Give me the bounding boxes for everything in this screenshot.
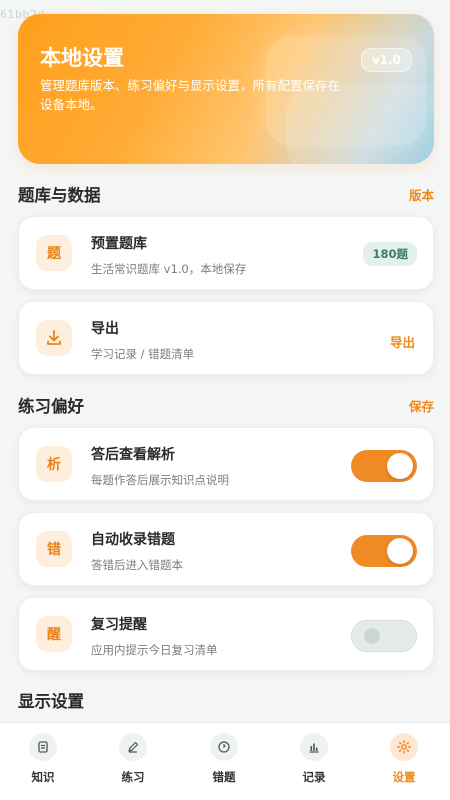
- section-header-bank: 题库与数据 版本: [18, 182, 434, 206]
- auto-collect-card: 错 自动收录错题 答错后进入错题本: [18, 512, 434, 586]
- nav-item-records[interactable]: 记录: [279, 733, 349, 795]
- card-title: 预置题库: [91, 236, 147, 252]
- export-button[interactable]: 导出: [390, 332, 415, 351]
- auto-collect-toggle[interactable]: [351, 535, 417, 567]
- toggle-knob: [387, 453, 413, 479]
- preset-bank-card[interactable]: 题 预置题库 生活常识题库 v1.0，本地保存 180题: [18, 216, 434, 290]
- section-title: 显示设置: [18, 692, 84, 711]
- section-title: 题库与数据: [18, 186, 101, 205]
- toggle-knob: [364, 628, 380, 644]
- settings-hero-banner: 本地设置 管理题库版本、练习偏好与显示设置，所有配置保存在设备本地。 v1.0: [18, 14, 434, 164]
- nav-label: 设置: [392, 770, 416, 784]
- card-title: 自动收录错题: [91, 532, 175, 548]
- toggle-knob: [387, 538, 413, 564]
- nav-item-knowledge[interactable]: 知识: [8, 733, 78, 795]
- save-button[interactable]: 保存: [409, 396, 434, 415]
- version-chip: v1.0: [360, 48, 412, 72]
- nav-item-settings[interactable]: 设置: [369, 733, 439, 795]
- nav-item-mistakes[interactable]: 错题: [189, 733, 259, 795]
- card-subtitle: 每题作答后展示知识点说明: [91, 473, 229, 487]
- version-link[interactable]: 版本: [409, 185, 434, 204]
- card-subtitle: 学习记录 / 错题清单: [91, 347, 195, 361]
- page-title: 本地设置: [40, 46, 124, 70]
- section-header-prefs: 练习偏好 保存: [18, 393, 434, 417]
- clock-icon: [210, 733, 238, 761]
- card-title: 复习提醒: [91, 617, 147, 633]
- card-subtitle: 生活常识题库 v1.0，本地保存: [91, 262, 247, 276]
- gear-icon: [390, 733, 418, 761]
- card-title: 答后查看解析: [91, 447, 175, 463]
- nav-label: 记录: [302, 770, 326, 784]
- bank-icon: 题: [36, 235, 72, 271]
- question-count-badge: 180题: [363, 242, 417, 266]
- section-header-display: 显示设置: [18, 688, 434, 712]
- download-icon: [36, 320, 72, 356]
- review-reminder-toggle[interactable]: [351, 620, 417, 652]
- card-subtitle: 应用内提示今日复习清单: [91, 643, 218, 657]
- card-subtitle: 答错后进入错题本: [91, 558, 183, 572]
- show-analysis-card: 析 答后查看解析 每题作答后展示知识点说明: [18, 427, 434, 501]
- show-analysis-toggle[interactable]: [351, 450, 417, 482]
- nav-label: 错题: [212, 770, 236, 784]
- bottom-nav: 知识 练习 错题 记录 设置: [0, 722, 450, 800]
- card-title: 导出: [91, 321, 119, 337]
- pencil-icon: [119, 733, 147, 761]
- analysis-icon: 析: [36, 446, 72, 482]
- nav-label: 练习: [121, 770, 145, 784]
- reminder-icon: 醒: [36, 616, 72, 652]
- export-card[interactable]: 导出 学习记录 / 错题清单 导出: [18, 301, 434, 375]
- section-title: 练习偏好: [18, 397, 84, 416]
- page-description: 管理题库版本、练习偏好与显示设置，所有配置保存在设备本地。: [40, 78, 341, 112]
- mistake-icon: 错: [36, 531, 72, 567]
- review-reminder-card: 醒 复习提醒 应用内提示今日复习清单: [18, 597, 434, 671]
- document-icon: [29, 733, 57, 761]
- nav-label: 知识: [31, 770, 55, 784]
- nav-item-practice[interactable]: 练习: [98, 733, 168, 795]
- bar-chart-icon: [300, 733, 328, 761]
